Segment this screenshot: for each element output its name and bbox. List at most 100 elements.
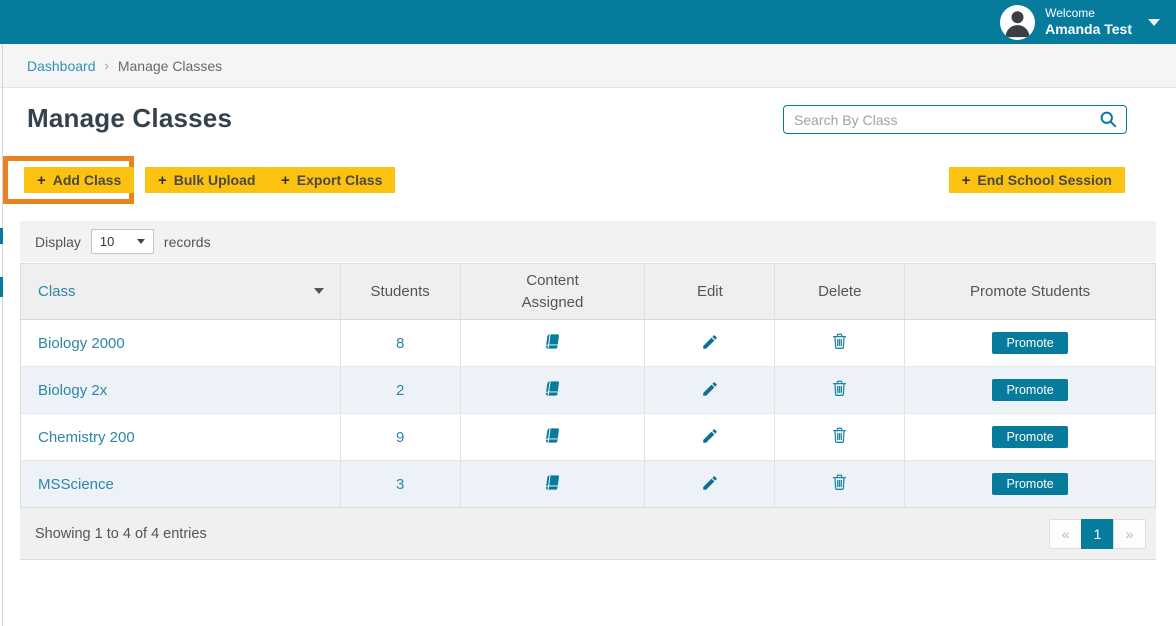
table-row: Biology 2000 8 Promote (21, 320, 1156, 367)
pagination-prev-button[interactable]: « (1049, 519, 1082, 549)
column-header-delete: Delete (775, 264, 905, 320)
class-name-link[interactable]: MSScience (38, 476, 114, 493)
top-nav-bar: Welcome Amanda Test (0, 0, 1176, 44)
end-school-session-button[interactable]: + End School Session (949, 167, 1125, 193)
user-greeting: Welcome Amanda Test (1045, 6, 1132, 39)
search-box (783, 105, 1127, 134)
content-assigned-cell (460, 367, 645, 414)
promote-cell: Promote (905, 367, 1156, 414)
delete-trash-icon[interactable] (828, 377, 851, 403)
records-per-page-select[interactable]: 10 (91, 229, 154, 254)
plus-icon: + (281, 172, 290, 189)
edit-pencil-icon[interactable] (699, 472, 721, 497)
students-count-link[interactable]: 9 (396, 429, 404, 446)
class-cell: MSScience (21, 461, 341, 508)
user-name: Amanda Test (1045, 21, 1132, 39)
plus-icon: + (158, 172, 167, 189)
search-input[interactable] (783, 105, 1127, 134)
edit-cell (645, 414, 775, 461)
records-per-page-value: 10 (100, 234, 114, 249)
students-cell: 8 (340, 320, 460, 367)
edit-pencil-icon[interactable] (699, 425, 721, 450)
content-assigned-cell (460, 414, 645, 461)
content-assigned-book-icon[interactable] (542, 331, 563, 355)
sort-descending-icon[interactable] (314, 288, 324, 294)
breadcrumb: Dashboard › Manage Classes (0, 44, 1176, 88)
delete-trash-icon[interactable] (828, 424, 851, 450)
pagination-next-button[interactable]: » (1113, 519, 1146, 549)
classes-table: Class Students Content Assigned Edit Del… (20, 263, 1156, 508)
plus-icon: + (962, 172, 971, 189)
table-row: Biology 2x 2 Promote (21, 367, 1156, 414)
class-cell: Biology 2x (21, 367, 341, 414)
search-button[interactable] (1097, 109, 1119, 131)
delete-cell (775, 414, 905, 461)
delete-cell (775, 367, 905, 414)
edit-cell (645, 367, 775, 414)
breadcrumb-dashboard-link[interactable]: Dashboard (27, 58, 96, 74)
promote-button[interactable]: Promote (992, 332, 1067, 354)
chevron-down-icon (137, 239, 145, 244)
person-icon (1000, 5, 1035, 40)
table-row: MSScience 3 Promote (21, 461, 1156, 508)
pagination-page-1-button[interactable]: 1 (1081, 519, 1114, 549)
plus-icon: + (37, 172, 46, 189)
table-header-row: Class Students Content Assigned Edit Del… (21, 264, 1156, 320)
edit-pencil-icon[interactable] (699, 331, 721, 356)
display-label: Display (35, 234, 81, 250)
students-count-link[interactable]: 3 (396, 476, 404, 493)
add-class-button[interactable]: + Add Class (24, 167, 134, 193)
edit-cell (645, 461, 775, 508)
students-count-link[interactable]: 8 (396, 335, 404, 352)
left-edge-divider (2, 44, 3, 626)
table-row: Chemistry 200 9 Promote (21, 414, 1156, 461)
content-assigned-book-icon[interactable] (542, 425, 563, 449)
bulk-upload-button[interactable]: + Bulk Upload (145, 167, 268, 193)
column-header-promote-students: Promote Students (905, 264, 1156, 320)
class-cell: Biology 2000 (21, 320, 341, 367)
promote-cell: Promote (905, 320, 1156, 367)
user-avatar[interactable] (1000, 5, 1035, 40)
breadcrumb-current: Manage Classes (118, 58, 222, 74)
content-assigned-cell (460, 461, 645, 508)
table-footer: Showing 1 to 4 of 4 entries « 1 » (20, 508, 1156, 560)
column-header-content-assigned: Content Assigned (460, 264, 645, 320)
breadcrumb-separator: › (105, 58, 109, 73)
edit-pencil-icon[interactable] (699, 378, 721, 403)
welcome-label: Welcome (1045, 6, 1132, 21)
page-title: Manage Classes (27, 103, 232, 134)
column-header-class[interactable]: Class (21, 264, 341, 320)
promote-button[interactable]: Promote (992, 426, 1067, 448)
search-icon (1098, 109, 1118, 129)
students-cell: 3 (340, 461, 460, 508)
chevron-down-icon[interactable] (1148, 19, 1160, 26)
column-header-students: Students (340, 264, 460, 320)
content-assigned-cell (460, 320, 645, 367)
left-edge-accent (0, 277, 3, 297)
records-per-page-bar: Display 10 records (20, 221, 1156, 262)
class-name-link[interactable]: Biology 2x (38, 382, 107, 399)
pagination: « 1 » (1049, 519, 1146, 549)
class-name-link[interactable]: Biology 2000 (38, 335, 125, 352)
entries-summary: Showing 1 to 4 of 4 entries (35, 526, 207, 542)
students-count-link[interactable]: 2 (396, 382, 404, 399)
class-cell: Chemistry 200 (21, 414, 341, 461)
promote-button[interactable]: Promote (992, 473, 1067, 495)
user-menu[interactable]: Welcome Amanda Test (1000, 0, 1160, 44)
students-cell: 9 (340, 414, 460, 461)
content-assigned-book-icon[interactable] (542, 472, 563, 496)
delete-trash-icon[interactable] (828, 330, 851, 356)
export-class-button[interactable]: + Export Class (268, 167, 395, 193)
class-name-link[interactable]: Chemistry 200 (38, 429, 135, 446)
delete-cell (775, 320, 905, 367)
promote-button[interactable]: Promote (992, 379, 1067, 401)
promote-cell: Promote (905, 461, 1156, 508)
promote-cell: Promote (905, 414, 1156, 461)
column-header-edit: Edit (645, 264, 775, 320)
students-cell: 2 (340, 367, 460, 414)
content-assigned-book-icon[interactable] (542, 378, 563, 402)
delete-cell (775, 461, 905, 508)
edit-cell (645, 320, 775, 367)
delete-trash-icon[interactable] (828, 471, 851, 497)
left-edge-accent (0, 228, 3, 244)
